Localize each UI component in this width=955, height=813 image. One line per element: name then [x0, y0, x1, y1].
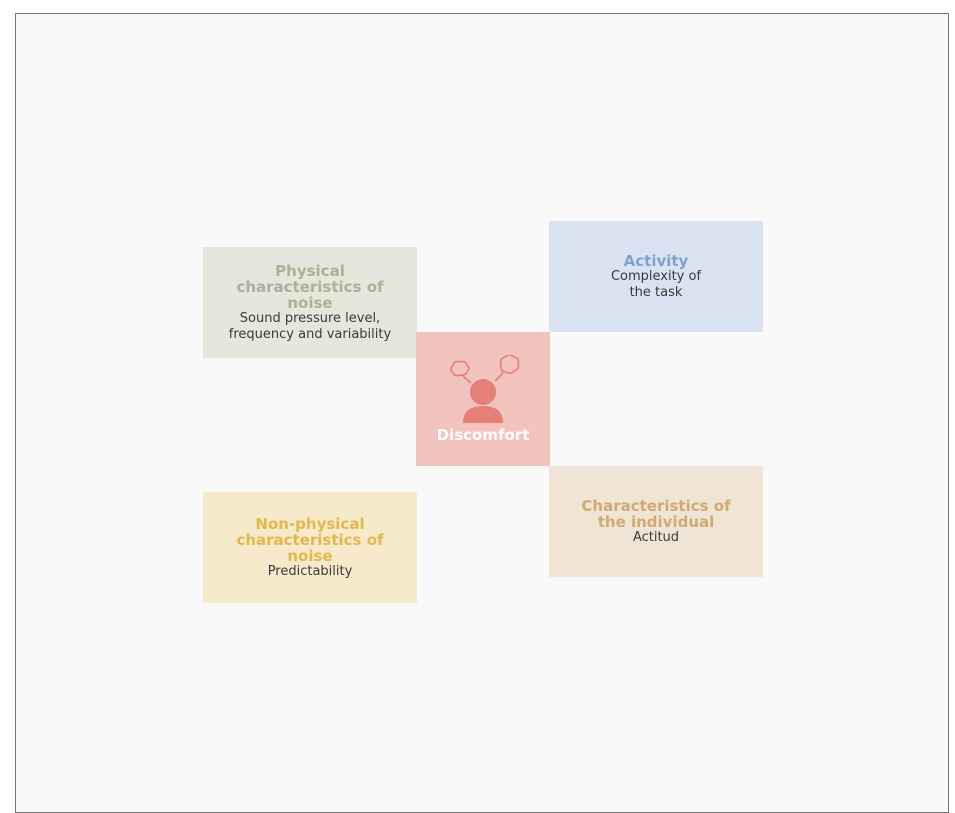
- factor-activity-description: Complexity of the task: [610, 268, 702, 300]
- factor-individual-description: Actitud: [632, 529, 680, 545]
- factor-individual-title: Characteristics of the individual: [581, 496, 731, 531]
- factor-physical-card: Physical characteristics of noise Sound …: [203, 247, 417, 358]
- center-discomfort-card: Discomfort: [416, 332, 550, 466]
- factor-physical-title: Physical characteristics of noise: [236, 261, 384, 312]
- factor-nonphysical-description: Predictability: [267, 563, 353, 579]
- factor-individual-card: Characteristics of the individual Actitu…: [549, 466, 763, 577]
- center-label: Discomfort: [436, 426, 530, 444]
- factor-activity-title: Activity: [623, 251, 689, 270]
- stressed-person-icon: [450, 355, 520, 423]
- factor-activity-card: Activity Complexity of the task: [549, 221, 763, 332]
- factor-physical-description: Sound pressure level, frequency and vari…: [228, 310, 392, 342]
- factor-nonphysical-card: Non-physical characteristics of noise Pr…: [203, 492, 417, 603]
- factor-nonphysical-title: Non-physical characteristics of noise: [236, 514, 384, 565]
